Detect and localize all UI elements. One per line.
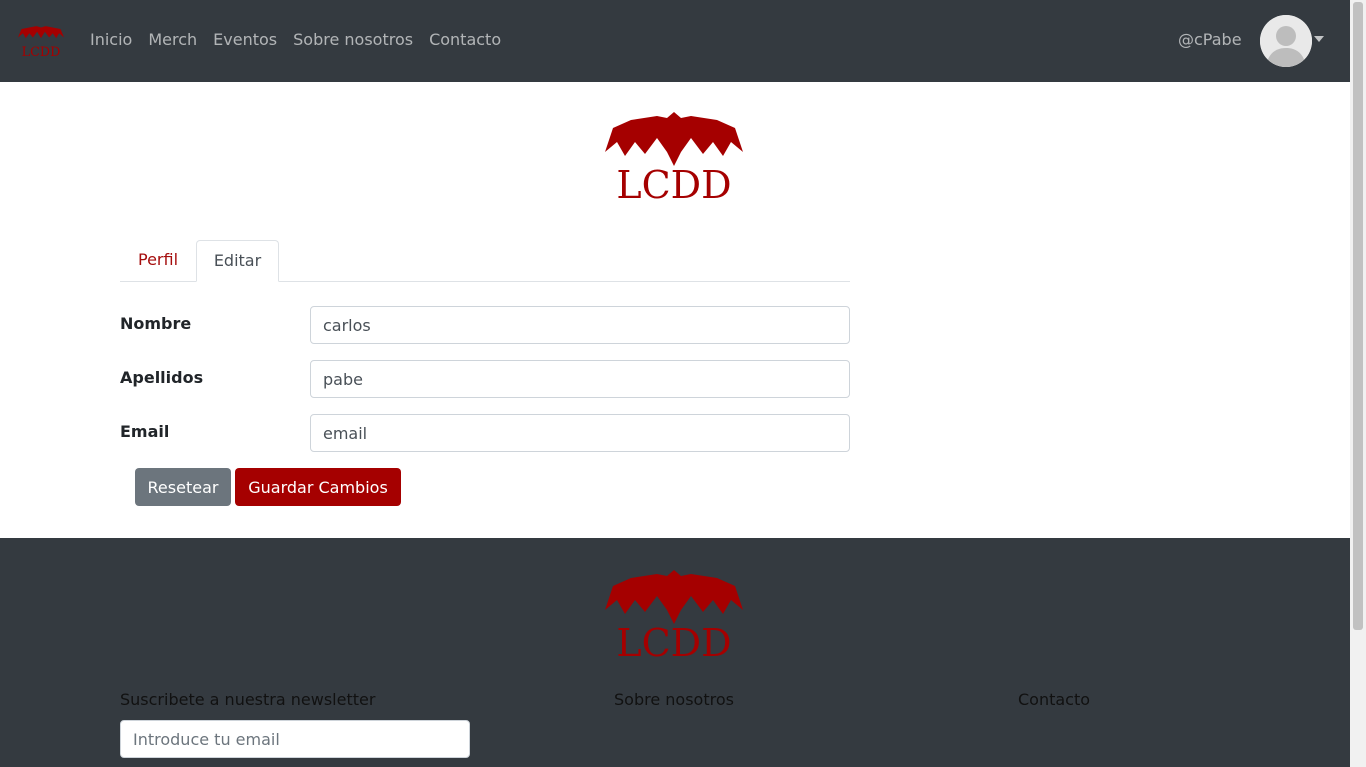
email-label: Email [120, 422, 170, 441]
nav-links: Inicio Merch Eventos Sobre nosotros Cont… [90, 30, 517, 50]
tab-perfil[interactable]: Perfil [120, 240, 196, 282]
svg-text:LCDD: LCDD [22, 45, 61, 58]
brand-logo[interactable]: LCDD [14, 24, 68, 58]
avatar-person-icon [1260, 15, 1312, 67]
footer-about-heading: Sobre nosotros [614, 690, 734, 709]
main-logo: LCDD [605, 112, 743, 204]
reset-button[interactable]: Resetear [135, 468, 231, 506]
nombre-input[interactable] [310, 306, 850, 344]
newsletter-heading: Suscribete a nuestra newsletter [120, 690, 376, 709]
user-avatar[interactable] [1260, 15, 1312, 67]
apellidos-input[interactable] [310, 360, 850, 398]
nav-link-contacto[interactable]: Contacto [429, 30, 501, 50]
email-input[interactable] [310, 414, 850, 452]
nav-link-eventos[interactable]: Eventos [213, 30, 277, 50]
main-logo-text: LCDD [616, 163, 731, 204]
top-navbar: LCDD Inicio Merch Eventos Sobre nosotros… [0, 0, 1350, 82]
nav-link-sobre-nosotros[interactable]: Sobre nosotros [293, 30, 413, 50]
footer-logo-text: LCDD [616, 621, 731, 662]
nav-link-inicio[interactable]: Inicio [90, 30, 132, 50]
newsletter-email-input[interactable] [120, 720, 470, 758]
nombre-label: Nombre [120, 314, 192, 333]
tab-editar[interactable]: Editar [196, 240, 279, 282]
footer-contact-heading: Contacto [1018, 690, 1091, 709]
apellidos-label: Apellidos [120, 368, 204, 387]
nav-link-merch[interactable]: Merch [148, 30, 197, 50]
footer-logo: LCDD [605, 570, 743, 662]
page-scrollbar[interactable] [1350, 0, 1366, 767]
scrollbar-thumb[interactable] [1353, 2, 1363, 630]
profile-tabs: Perfil Editar [120, 240, 850, 282]
username-label[interactable]: @cPabe [1178, 30, 1242, 50]
footer: LCDD Suscribete a nuestra newsletter Sob… [0, 538, 1350, 767]
dropdown-caret-icon[interactable] [1314, 36, 1324, 42]
save-changes-button[interactable]: Guardar Cambios [235, 468, 401, 506]
